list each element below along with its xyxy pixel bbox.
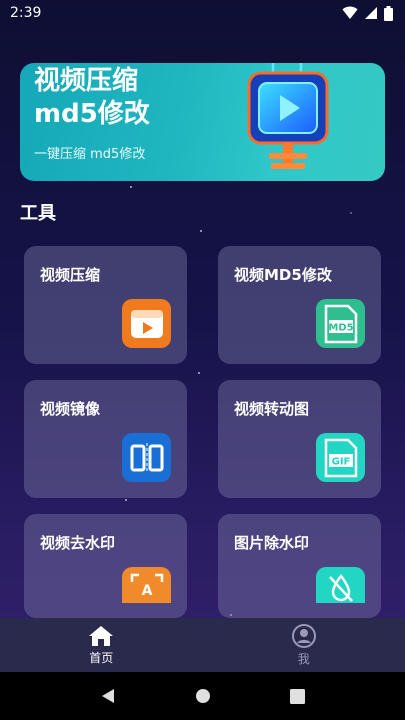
- md5-text: MD5: [328, 322, 353, 333]
- remove-watermark-icon: A: [122, 567, 171, 603]
- home-circle-icon[interactable]: [195, 688, 211, 704]
- video-compress-icon: [122, 299, 171, 348]
- nav-label-me: 我: [297, 651, 310, 666]
- nav-item-me[interactable]: 我: [203, 618, 405, 672]
- system-nav-bar: [0, 672, 405, 720]
- tool-card-video-mirror[interactable]: 视频镜像: [24, 380, 187, 498]
- tool-label: 视频镜像: [40, 400, 101, 418]
- home-icon: [89, 625, 114, 646]
- star: [125, 499, 127, 501]
- back-icon[interactable]: [100, 688, 116, 704]
- tool-card-video-compress[interactable]: 视频压缩: [24, 246, 187, 364]
- gif-file-icon: GIF: [316, 433, 365, 482]
- star: [200, 230, 202, 232]
- banner-title: 视频压缩 md5修改: [34, 66, 150, 129]
- image-watermark-icon: [316, 567, 365, 603]
- watermark-letter: A: [141, 583, 152, 599]
- profile-icon: [291, 623, 316, 648]
- nav-item-home[interactable]: 首页: [0, 618, 203, 672]
- bottom-nav: 首页 我: [0, 618, 405, 672]
- banner-subtitle: 一键压缩 md5修改: [34, 147, 146, 162]
- battery-icon: [384, 5, 393, 21]
- tool-card-image-remove-watermark[interactable]: 图片除水印: [218, 514, 381, 618]
- tool-label: 视频去水印: [40, 534, 116, 552]
- star: [198, 372, 200, 374]
- recents-icon[interactable]: [290, 688, 306, 704]
- star: [350, 212, 352, 214]
- signal-icon: [365, 7, 377, 19]
- md5-file-icon: MD5: [316, 299, 365, 348]
- tool-label: 视频压缩: [40, 266, 101, 284]
- gif-text: GIF: [331, 456, 350, 467]
- nav-label-home: 首页: [89, 650, 114, 665]
- tool-label: 视频转动图: [234, 400, 310, 418]
- tool-label: 视频MD5修改: [234, 266, 332, 284]
- tool-card-video-to-gif[interactable]: 视频转动图 GIF: [218, 380, 381, 498]
- star: [130, 186, 132, 188]
- status-bar: 2:39: [0, 0, 405, 26]
- mirror-icon: [122, 433, 171, 482]
- status-time: 2:39: [10, 5, 42, 21]
- tool-card-md5-modify[interactable]: 视频MD5修改 MD5: [218, 246, 381, 364]
- status-icons: [342, 5, 393, 21]
- tool-label: 图片除水印: [234, 534, 310, 552]
- video-compress-illustration-icon: [247, 63, 329, 169]
- wifi-icon: [342, 6, 358, 19]
- tool-card-video-remove-watermark[interactable]: 视频去水印 A: [24, 514, 187, 618]
- promo-banner[interactable]: 视频压缩 md5修改 一键压缩 md5修改: [20, 63, 385, 181]
- section-title-tools: 工具: [20, 203, 56, 224]
